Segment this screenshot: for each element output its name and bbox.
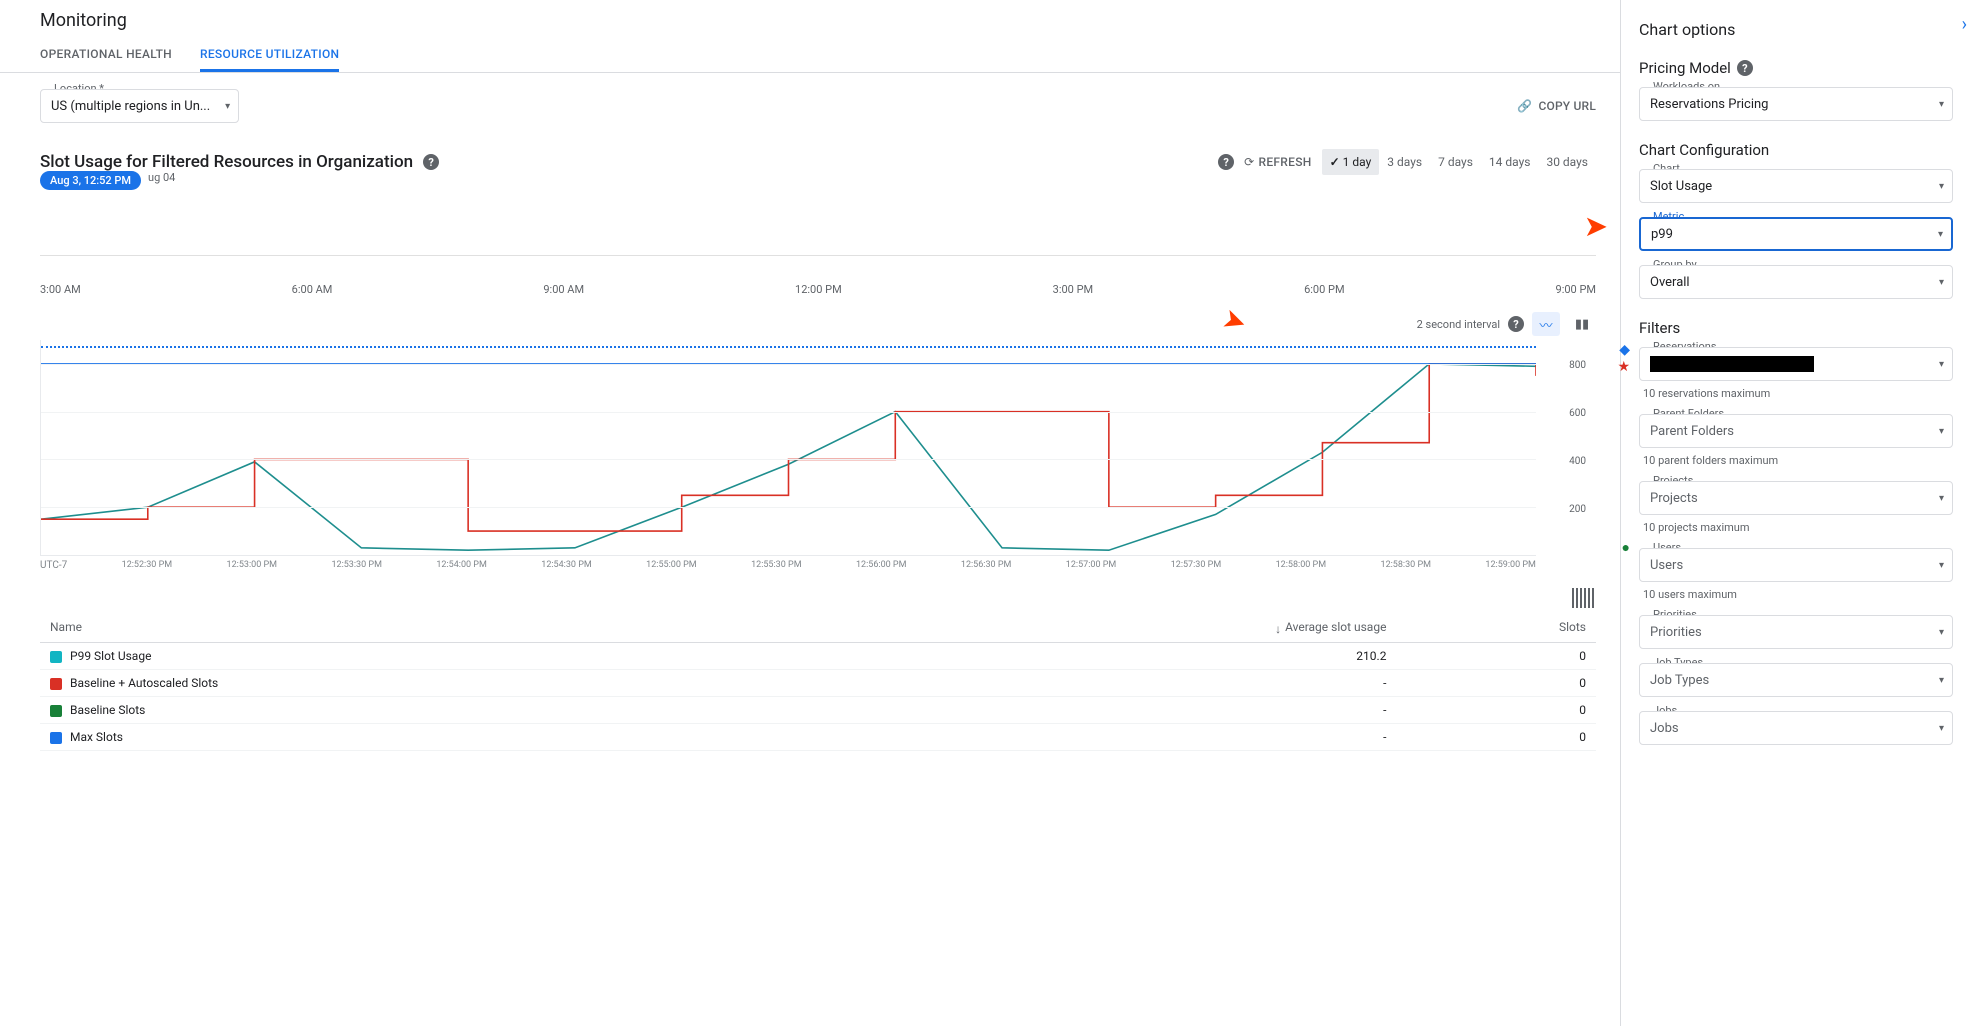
page-title: Monitoring (0, 0, 1620, 39)
metric-select[interactable]: Metric p99 (1639, 217, 1953, 251)
line-chart-button[interactable]: 〰 (1532, 312, 1560, 336)
interval-label: 2 second interval (1417, 318, 1500, 331)
tab-resource-utilization[interactable]: RESOURCE UTILIZATION (200, 39, 339, 72)
filter-priorities[interactable]: PrioritiesPriorities (1639, 615, 1953, 649)
annotation-arrow-icon: ➤ (1218, 301, 1251, 340)
range-3days[interactable]: 3 days (1379, 149, 1430, 175)
copy-url-button[interactable]: 🔗 COPY URL (1517, 99, 1596, 113)
help-icon[interactable]: ? (1737, 60, 1753, 76)
legend-row[interactable]: Baseline + Autoscaled Slots-0 (40, 670, 1596, 697)
filter-users[interactable]: UsersUsers (1639, 548, 1953, 582)
legend-row[interactable]: Baseline Slots-0 (40, 697, 1596, 724)
workloads-select[interactable]: Workloads on Reservations Pricing (1639, 87, 1953, 121)
series-swatch (50, 705, 62, 717)
col-name[interactable]: Name (40, 612, 839, 643)
timeline-ticks: 3:00 AM6:00 AM9:00 AM12:00 PM3:00 PM6:00… (40, 283, 1596, 296)
col-average-slot-usage[interactable]: ↓Average slot usage (839, 612, 1397, 643)
side-header: Chart options (1639, 20, 1953, 39)
range-7days[interactable]: 7 days (1430, 149, 1481, 175)
series-swatch (50, 678, 62, 690)
series-swatch (50, 732, 62, 744)
column-settings-button[interactable] (1572, 588, 1596, 608)
refresh-icon: ⟳ (1244, 155, 1254, 169)
help-icon[interactable]: ? (1218, 154, 1234, 170)
time-chip: Aug 3, 12:52 PM (40, 171, 141, 190)
groupby-select[interactable]: Group by Overall (1639, 265, 1953, 299)
filter-projects[interactable]: ProjectsProjects (1639, 481, 1953, 515)
legend-row[interactable]: Max Slots-0 (40, 724, 1596, 751)
slot-usage-chart[interactable]: ◆ ★ ● 200400600800 UTC-712:52:30 PM12:53… (40, 340, 1596, 580)
range-14days[interactable]: 14 days (1481, 149, 1539, 175)
link-icon: 🔗 (1517, 99, 1532, 113)
location-value[interactable]: US (multiple regions in Un... (40, 89, 239, 123)
help-icon[interactable]: ? (423, 154, 439, 170)
location-select[interactable]: Location * US (multiple regions in Un... (40, 89, 239, 123)
col-slots[interactable]: Slots (1396, 612, 1596, 643)
chart-select[interactable]: Chart Slot Usage (1639, 169, 1953, 203)
filter-parent-folders[interactable]: Parent FoldersParent Folders (1639, 414, 1953, 448)
timeline-slider[interactable] (40, 255, 1596, 275)
legend-row[interactable]: P99 Slot Usage210.20 (40, 643, 1596, 670)
legend-table: Name↓Average slot usageSlots P99 Slot Us… (40, 612, 1596, 751)
bar-chart-button[interactable]: ▮▮ (1568, 312, 1596, 336)
chart-title: Slot Usage for Filtered Resources in Org… (40, 152, 413, 172)
range-1day[interactable]: 1 day (1322, 149, 1380, 175)
filter-reservations[interactable]: Reservations (1639, 347, 1953, 381)
filters-heading: Filters (1639, 319, 1953, 337)
tab-operational-health[interactable]: OPERATIONAL HEALTH (40, 39, 172, 72)
date-label: ug 04 (148, 171, 175, 184)
collapse-panel-button[interactable]: › (1962, 14, 1967, 35)
chart-config-heading: Chart Configuration (1639, 141, 1953, 159)
filter-job-types[interactable]: Job TypesJob Types (1639, 663, 1953, 697)
pricing-model-heading: Pricing Model? (1639, 59, 1953, 77)
line-chart-icon: 〰 (1539, 315, 1552, 334)
refresh-button[interactable]: ⟳ REFRESH (1244, 155, 1312, 169)
filter-jobs[interactable]: JobsJobs (1639, 711, 1953, 745)
series-swatch (50, 651, 62, 663)
help-icon[interactable]: ? (1508, 316, 1524, 332)
range-30days[interactable]: 30 days (1538, 149, 1596, 175)
bar-chart-icon: ▮▮ (1575, 317, 1589, 332)
